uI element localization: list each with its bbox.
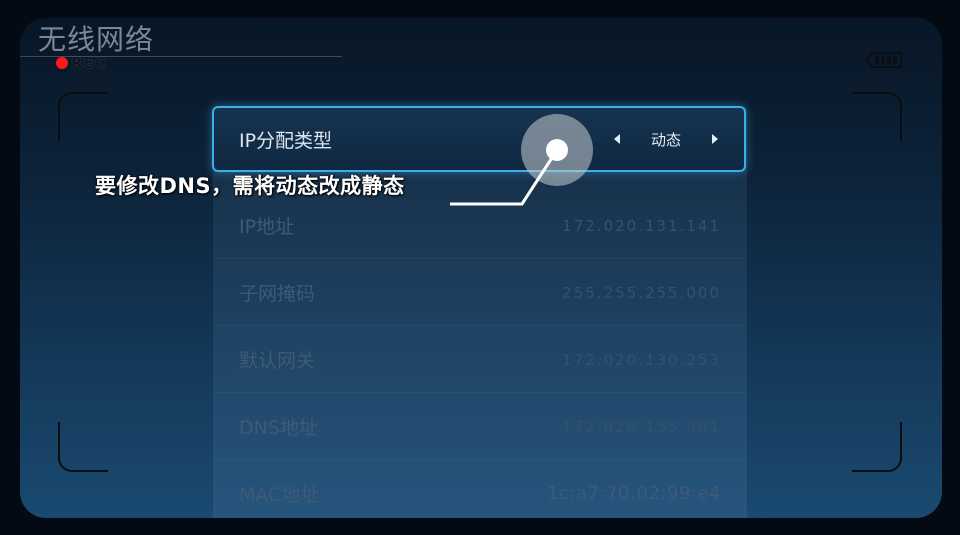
ip-type-value: 动态 <box>650 130 681 149</box>
menu-row-label: IP地址 <box>239 216 295 238</box>
menu-row-mac-address[interactable]: MAC地址 1c:a7:70:02:99:e4 <box>213 461 747 518</box>
menu-row-label: 默认网关 <box>239 350 316 372</box>
menu-row-value: 1c:a7:70:02:99:e4 <box>547 483 721 504</box>
menu-row-value: 172.020.130.253 <box>562 350 721 369</box>
menu-row-label: DNS地址 <box>239 417 318 439</box>
menu-row-value: 172.020.135.001 <box>562 417 721 436</box>
rec-dot-icon <box>56 57 68 69</box>
viewfinder-corner-bottom-right <box>852 422 902 472</box>
tv-screen: 无线网络 REC IP地址 172.020.131.141 子网掩码 255.2… <box>20 18 942 518</box>
menu-row-label: IP分配类型 <box>239 129 333 152</box>
rec-indicator: REC <box>56 54 107 72</box>
ip-type-selector[interactable]: 动态 <box>614 129 718 150</box>
page-title: 无线网络 <box>38 23 155 56</box>
menu-row-ip-address[interactable]: IP地址 172.020.131.141 <box>213 193 747 259</box>
menu-row-value: 255.255.255.000 <box>562 283 721 302</box>
menu-row-value: 172.020.131.141 <box>562 216 721 235</box>
menu-row-label: MAC地址 <box>239 484 320 506</box>
viewfinder-corner-top-right <box>852 92 902 142</box>
viewfinder-corner-bottom-left <box>58 422 108 472</box>
rec-label: REC <box>71 54 107 72</box>
menu-row-default-gateway[interactable]: 默认网关 172.020.130.253 <box>213 327 747 393</box>
battery-icon <box>866 52 902 68</box>
menu-row-dns-address[interactable]: DNS地址 172.020.135.001 <box>213 394 747 460</box>
menu-row-label: 子网掩码 <box>239 283 316 305</box>
menu-row-ip-assignment-type[interactable]: IP分配类型 动态 <box>212 106 746 172</box>
arrow-right-icon[interactable] <box>712 134 718 144</box>
viewfinder-corner-top-left <box>58 92 108 142</box>
arrow-left-icon[interactable] <box>614 134 620 144</box>
annotation-caption: 要修改DNS，需将动态改成静态 <box>95 174 405 198</box>
menu-row-subnet-mask[interactable]: 子网掩码 255.255.255.000 <box>213 260 747 326</box>
